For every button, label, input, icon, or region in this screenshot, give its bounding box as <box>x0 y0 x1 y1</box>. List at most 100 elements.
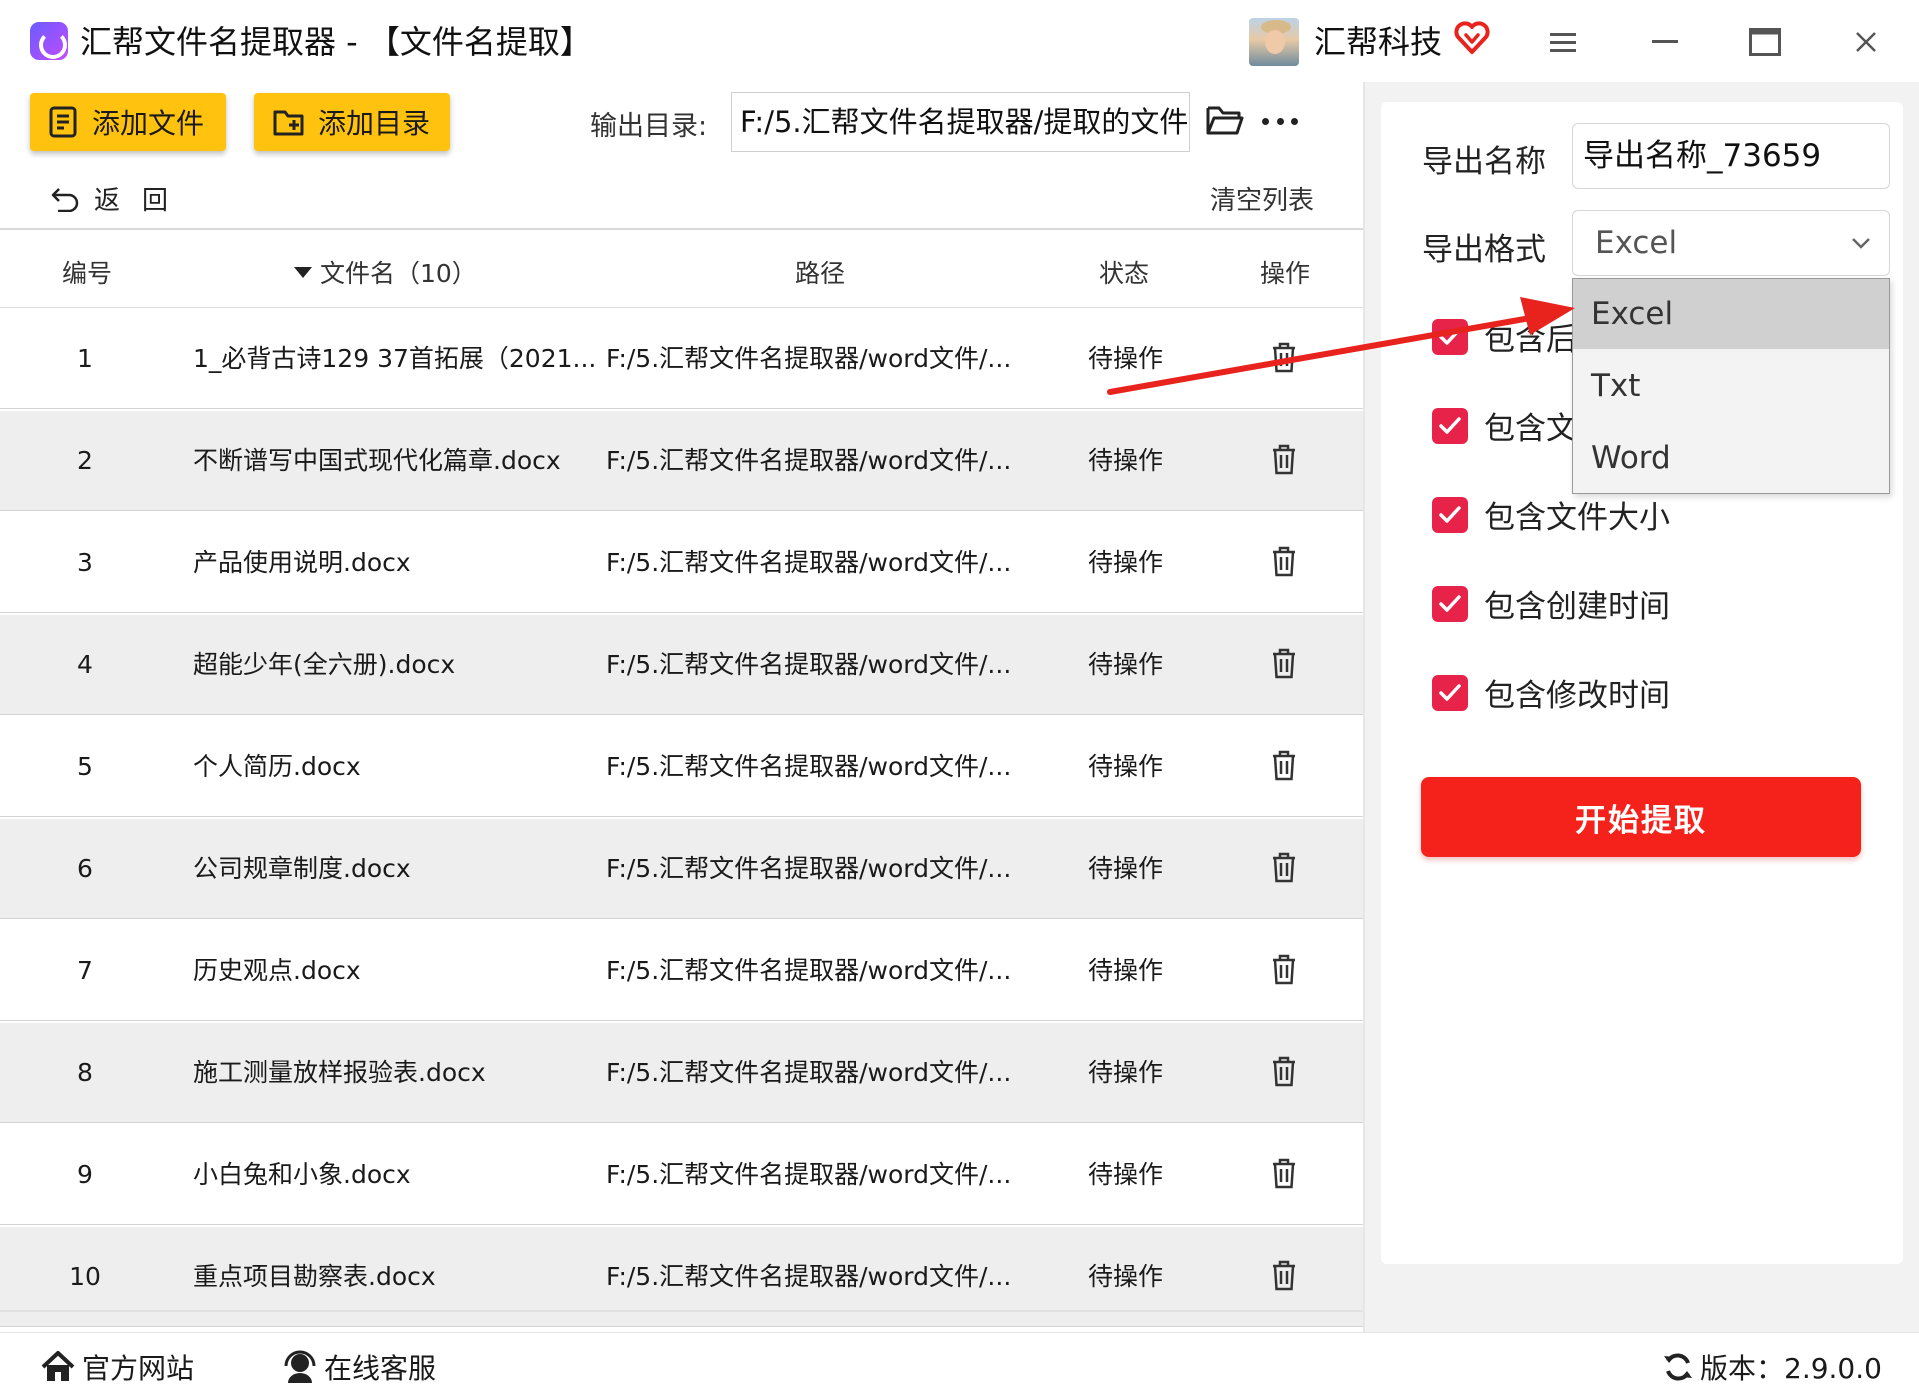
row-status: 待操作 <box>1088 854 1164 883</box>
official-website-link[interactable]: 官方网站 <box>40 1347 194 1387</box>
headset-icon <box>284 1350 316 1383</box>
checkbox-checked-icon[interactable] <box>1432 674 1468 711</box>
header-status: 状态 <box>1099 259 1150 288</box>
row-filename: 历史观点.docx <box>193 956 361 985</box>
add-file-icon <box>49 106 77 138</box>
user-avatar[interactable] <box>1249 18 1299 66</box>
row-status: 待操作 <box>1088 344 1164 373</box>
checkbox-checked-icon[interactable] <box>1432 496 1468 533</box>
version-info[interactable]: 版本：2.9.0.0 <box>1662 1347 1882 1387</box>
row-filename: 重点项目勘察表.docx <box>193 1262 436 1291</box>
delete-trash-icon[interactable] <box>1271 749 1297 781</box>
header-action: 操作 <box>1260 259 1311 288</box>
format-option-txt[interactable]: Txt <box>1573 351 1889 421</box>
brand-name: 汇帮科技 <box>1314 23 1443 61</box>
table-row[interactable]: 3 产品使用说明.docx F:/5.汇帮文件名提取器/word文件/... 待操作 <box>0 513 1363 613</box>
row-path: F:/5.汇帮文件名提取器/word文件/... <box>606 1262 1012 1291</box>
row-number: 10 <box>69 1262 101 1291</box>
row-filename: 不断谱写中国式现代化篇章.docx <box>193 446 561 475</box>
checkbox-checked-icon[interactable] <box>1432 585 1468 622</box>
row-filename: 小白兔和小象.docx <box>193 1160 411 1189</box>
checkbox-checked-icon[interactable] <box>1432 407 1468 444</box>
table-header: 编号 文件名（10） 路径 状态 操作 <box>0 230 1363 308</box>
row-number: 6 <box>77 854 93 883</box>
official-website-label: 官方网站 <box>82 1352 195 1385</box>
delete-trash-icon[interactable] <box>1271 953 1297 985</box>
minimize-icon[interactable] <box>1645 22 1685 62</box>
option-checkbox-row[interactable]: 包含文 <box>1432 403 1577 448</box>
delete-trash-icon[interactable] <box>1271 443 1297 475</box>
row-path: F:/5.汇帮文件名提取器/word文件/... <box>606 1058 1012 1087</box>
online-service-link[interactable]: 在线客服 <box>282 1347 436 1387</box>
format-option-excel[interactable]: Excel <box>1573 279 1889 349</box>
output-dir-field[interactable]: F:/5.汇帮文件名提取器/提取的文件 <box>731 92 1190 152</box>
row-status: 待操作 <box>1088 1160 1164 1189</box>
delete-trash-icon[interactable] <box>1271 1259 1297 1291</box>
delete-trash-icon[interactable] <box>1271 851 1297 883</box>
sort-desc-icon <box>294 267 312 278</box>
table-row[interactable]: 2 不断谱写中国式现代化篇章.docx F:/5.汇帮文件名提取器/word文件/.… <box>0 411 1363 511</box>
header-filename-label: 文件名（10） <box>320 259 477 288</box>
row-path: F:/5.汇帮文件名提取器/word文件/... <box>606 446 1012 475</box>
row-filename: 施工测量放样报验表.docx <box>193 1058 486 1087</box>
close-icon[interactable] <box>1846 22 1886 62</box>
header-no: 编号 <box>62 259 113 288</box>
row-number: 9 <box>77 1160 93 1189</box>
back-button[interactable]: 返回 <box>50 180 190 217</box>
option-label: 包含文 <box>1484 411 1577 447</box>
table-row[interactable]: 9 小白兔和小象.docx F:/5.汇帮文件名提取器/word文件/... 待操作 <box>0 1125 1363 1225</box>
vip-heart-icon[interactable] <box>1454 20 1490 56</box>
export-format-select[interactable]: Excel <box>1572 210 1890 276</box>
more-icon[interactable] <box>1262 106 1298 136</box>
row-number: 4 <box>77 650 93 679</box>
window-title: 汇帮文件名提取器 - 【文件名提取】 <box>80 23 592 61</box>
row-filename: 超能少年(全六册).docx <box>193 650 456 679</box>
table-row[interactable]: 8 施工测量放样报验表.docx F:/5.汇帮文件名提取器/word文件/... 待… <box>0 1023 1363 1123</box>
header-filename[interactable]: 文件名（10） <box>294 254 477 290</box>
table-row[interactable]: 1 1_必背古诗129 37首拓展（2021... F:/5.汇帮文件名提取器/wo… <box>0 309 1363 409</box>
table-row[interactable]: 7 历史观点.docx F:/5.汇帮文件名提取器/word文件/... 待操作 <box>0 921 1363 1021</box>
format-option-word[interactable]: Word <box>1573 423 1889 493</box>
option-label: 包含创建时间 <box>1484 589 1670 625</box>
delete-trash-icon[interactable] <box>1271 341 1297 373</box>
delete-trash-icon[interactable] <box>1271 647 1297 679</box>
option-checkbox-row[interactable]: 包含修改时间 <box>1432 670 1670 715</box>
delete-trash-icon[interactable] <box>1271 1157 1297 1189</box>
option-checkbox-row[interactable]: 包含后 <box>1432 314 1577 359</box>
row-path: F:/5.汇帮文件名提取器/word文件/... <box>606 752 1012 781</box>
row-number: 1 <box>77 344 93 373</box>
checkbox-checked-icon[interactable] <box>1432 318 1468 355</box>
delete-trash-icon[interactable] <box>1271 1055 1297 1087</box>
row-filename: 个人简历.docx <box>193 752 361 781</box>
add-directory-button[interactable]: 添加目录 <box>254 93 450 151</box>
table-row[interactable]: 5 个人简历.docx F:/5.汇帮文件名提取器/word文件/... 待操作 <box>0 717 1363 817</box>
export-name-label: 导出名称 <box>1422 144 1546 180</box>
row-status: 待操作 <box>1088 956 1164 985</box>
row-path: F:/5.汇帮文件名提取器/word文件/... <box>606 854 1012 883</box>
footer-bar: 官方网站 在线客服 版本：2.9.0.0 <box>0 1332 1919 1399</box>
export-name-input[interactable]: 导出名称_73659 <box>1572 123 1890 189</box>
maximize-icon[interactable] <box>1745 22 1785 62</box>
table-row[interactable]: 6 公司规章制度.docx F:/5.汇帮文件名提取器/word文件/... 待操作 <box>0 819 1363 919</box>
back-arrow-icon <box>51 187 79 212</box>
table-row[interactable]: 10 重点项目勘察表.docx F:/5.汇帮文件名提取器/word文件/... 待操… <box>0 1227 1363 1327</box>
table-row[interactable]: 4 超能少年(全六册).docx F:/5.汇帮文件名提取器/word文件/... 待… <box>0 615 1363 715</box>
open-folder-icon[interactable] <box>1206 104 1244 136</box>
start-extract-button[interactable]: 开始提取 <box>1421 777 1861 857</box>
option-checkbox-row[interactable]: 包含创建时间 <box>1432 581 1670 626</box>
add-file-button[interactable]: 添加文件 <box>30 93 226 151</box>
refresh-icon <box>1664 1353 1692 1381</box>
row-path: F:/5.汇帮文件名提取器/word文件/... <box>606 344 1012 373</box>
delete-trash-icon[interactable] <box>1271 545 1297 577</box>
chevron-down-icon <box>1852 238 1870 249</box>
header-path: 路径 <box>795 259 846 288</box>
format-dropdown-menu: Excel Txt Word <box>1572 278 1890 494</box>
option-checkbox-row[interactable]: 包含文件大小 <box>1432 492 1670 537</box>
menu-icon[interactable] <box>1543 22 1583 62</box>
row-status: 待操作 <box>1088 650 1164 679</box>
row-number: 3 <box>77 548 93 577</box>
option-label: 包含修改时间 <box>1484 678 1670 714</box>
clear-list-button[interactable]: 清空列表 <box>1210 180 1314 217</box>
row-status: 待操作 <box>1088 1058 1164 1087</box>
option-label: 包含后 <box>1484 322 1577 358</box>
